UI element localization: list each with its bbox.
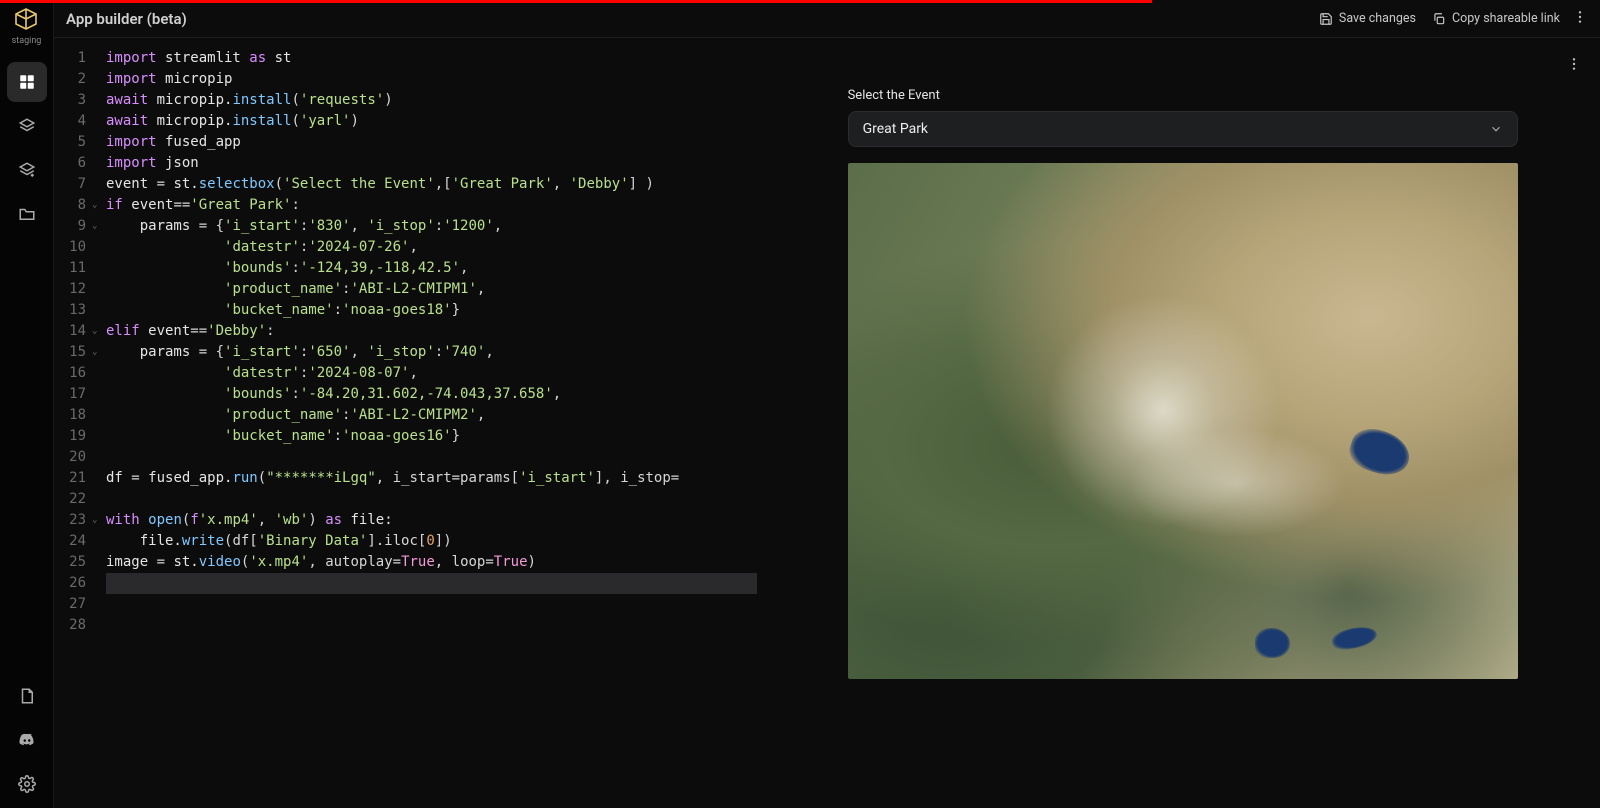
chevron-down-icon — [1489, 122, 1503, 136]
env-badge: staging — [12, 36, 42, 46]
lake-feature — [1255, 628, 1290, 658]
save-changes-button[interactable]: Save changes — [1319, 11, 1416, 26]
copy-link-label: Copy shareable link — [1452, 11, 1560, 26]
sidebar-nav-discord[interactable] — [7, 720, 47, 760]
sidebar-nav-layers[interactable] — [7, 106, 47, 146]
sidebar-nav-settings[interactable] — [7, 764, 47, 804]
app-logo-icon — [14, 8, 38, 34]
sidebar-nav-workbench[interactable] — [7, 62, 47, 102]
header-more-button[interactable] — [1572, 9, 1588, 29]
more-vert-icon — [1572, 9, 1588, 25]
more-vert-icon — [1566, 56, 1582, 72]
copy-icon — [1432, 12, 1446, 26]
event-select-value: Great Park — [863, 121, 928, 137]
copy-link-button[interactable]: Copy shareable link — [1432, 11, 1560, 26]
sidebar-nav-folder[interactable] — [7, 194, 47, 234]
lake-feature — [1345, 423, 1415, 481]
left-sidebar: staging — [0, 0, 54, 808]
loading-progress-bar — [0, 0, 1152, 3]
select-event-label: Select the Event — [848, 88, 1518, 103]
page-title: App builder (beta) — [66, 10, 187, 28]
code-editor[interactable]: 1234567891011121314151617181920212223242… — [54, 38, 765, 808]
code-content[interactable]: import streamlit as stimport micropipawa… — [102, 38, 765, 808]
save-icon — [1319, 12, 1333, 26]
fold-gutter: ⌄⌄⌄⌄⌄ — [92, 38, 102, 808]
lake-feature — [1330, 624, 1378, 653]
event-select[interactable]: Great Park — [848, 111, 1518, 147]
sidebar-nav-layers-add[interactable] — [7, 150, 47, 190]
line-number-gutter: 1234567891011121314151617181920212223242… — [54, 38, 92, 808]
app-preview-pane: Select the Event Great Park — [765, 38, 1600, 808]
satellite-video-frame[interactable] — [848, 163, 1518, 679]
editor-header: App builder (beta) Save changes Copy sha… — [54, 0, 1600, 38]
save-changes-label: Save changes — [1339, 11, 1416, 26]
preview-more-button[interactable] — [1566, 56, 1582, 76]
sidebar-nav-docs[interactable] — [7, 676, 47, 716]
